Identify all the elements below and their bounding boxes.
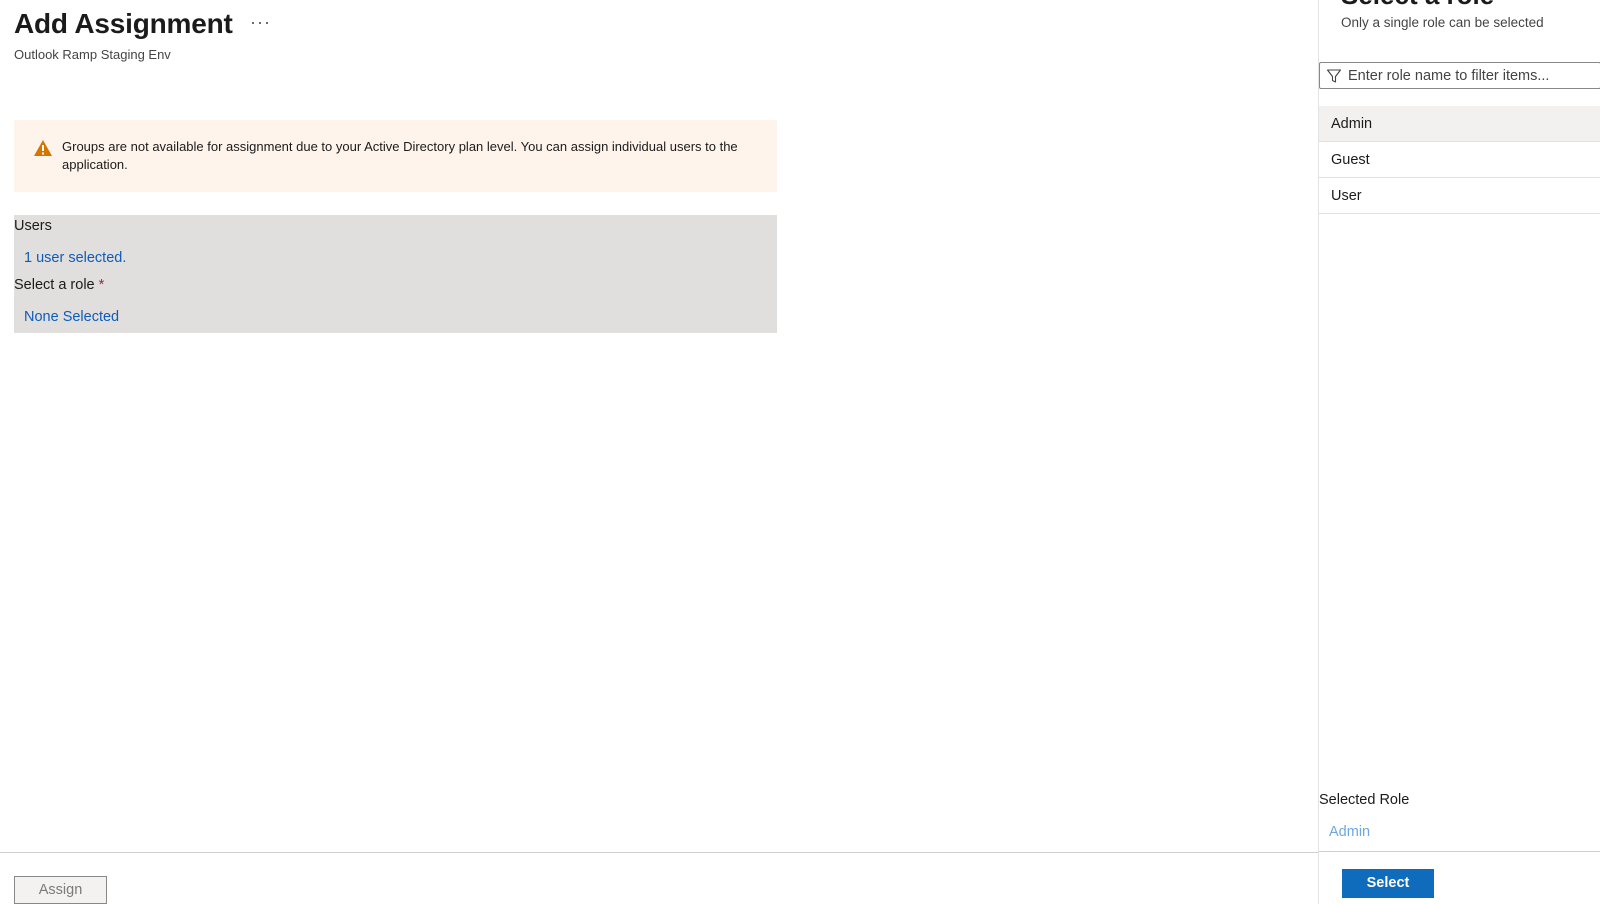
role-item-user[interactable]: User: [1319, 178, 1600, 214]
role-filter-input[interactable]: [1348, 63, 1598, 88]
selected-role-label: Selected Role: [1319, 792, 1410, 808]
panel-title: Select a role: [1341, 0, 1494, 11]
selected-role-value: Admin: [1329, 824, 1371, 840]
select-button[interactable]: Select: [1342, 869, 1434, 898]
role-filter-box: [1319, 62, 1600, 89]
warning-triangle-icon: [34, 140, 52, 156]
role-label-text: Select a role: [14, 277, 95, 293]
filter-icon: [1326, 69, 1342, 83]
users-label: Users: [14, 218, 52, 234]
footer-divider: [0, 852, 1318, 853]
role-selected-link[interactable]: None Selected: [24, 309, 119, 325]
warning-text: Groups are not available for assignment …: [62, 139, 738, 172]
select-role-panel: Select a role Only a single role can be …: [1318, 0, 1600, 904]
warning-banner: Groups are not available for assignment …: [14, 120, 777, 192]
main-blade: Add Assignment ··· Outlook Ramp Staging …: [0, 0, 1318, 904]
role-list: Admin Guest User: [1319, 106, 1600, 214]
panel-footer-divider: [1319, 851, 1600, 852]
more-options-icon[interactable]: ···: [250, 12, 271, 33]
required-marker: *: [98, 277, 105, 293]
role-item-admin[interactable]: Admin: [1319, 106, 1600, 142]
role-item-guest[interactable]: Guest: [1319, 142, 1600, 178]
role-label: Select a role *: [14, 277, 104, 293]
panel-subtitle: Only a single role can be selected: [1341, 15, 1544, 30]
page-subtitle: Outlook Ramp Staging Env: [14, 47, 171, 62]
assign-button[interactable]: Assign: [14, 876, 107, 904]
page-title: Add Assignment: [14, 8, 233, 39]
users-selected-link[interactable]: 1 user selected.: [24, 250, 126, 266]
assignment-form: Users 1 user selected. Select a role * No…: [14, 215, 777, 333]
